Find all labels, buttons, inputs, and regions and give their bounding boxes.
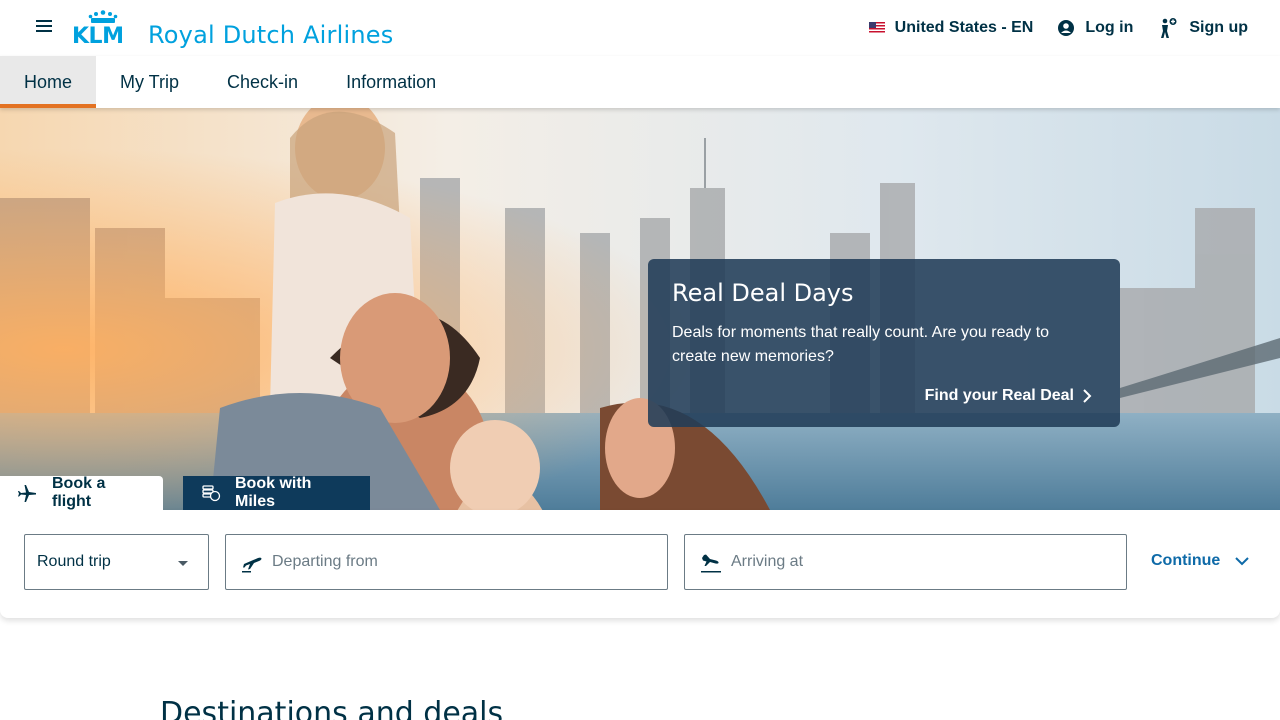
deal-description: Deals for moments that really count. Are…: [672, 324, 1050, 365]
continue-button[interactable]: Continue: [1151, 552, 1250, 570]
login-button[interactable]: Log in: [1057, 19, 1133, 37]
top-header: KLM Royal Dutch Airlines United States -…: [0, 0, 1280, 56]
deal-title: Real Deal Days: [672, 279, 854, 307]
user-account-icon: [1057, 19, 1075, 37]
trip-type-select[interactable]: Round trip: [24, 534, 209, 590]
departing-from-field[interactable]: [225, 534, 668, 590]
departing-from-input[interactable]: [272, 553, 632, 571]
takeoff-icon: [240, 550, 264, 574]
find-real-deal-link[interactable]: Find your Real Deal: [925, 387, 1092, 405]
airplane-icon: [16, 482, 38, 504]
dropdown-caret-icon: [178, 561, 188, 566]
main-nav: Home My Trip Check-in Information: [0, 56, 1280, 108]
deal-card: Real Deal Days Deals for moments that re…: [648, 259, 1120, 427]
book-flight-label: Book a flight: [52, 475, 106, 510]
hero-image: Real Deal Days Deals for moments that re…: [0, 108, 1280, 510]
book-with-miles-label: Book with Miles: [235, 475, 312, 510]
tab-information[interactable]: Information: [322, 56, 460, 108]
tab-home[interactable]: Home: [0, 56, 97, 108]
locale-selector[interactable]: United States - EN: [868, 19, 1034, 37]
chevron-right-icon: [1082, 388, 1092, 404]
locale-label: United States - EN: [894, 19, 1034, 36]
signup-label: Sign up: [1189, 19, 1248, 36]
signup-person-icon: [1157, 17, 1179, 39]
tab-check-in[interactable]: Check-in: [203, 56, 322, 108]
us-flag-icon: [868, 22, 885, 34]
signup-button[interactable]: Sign up: [1157, 17, 1248, 39]
klm-logo-mark: KLM: [72, 10, 134, 48]
tab-book-with-miles[interactable]: Book with Miles: [183, 475, 370, 510]
destinations-section-title: Destinations and deals: [160, 696, 504, 720]
chevron-down-icon: [1234, 556, 1250, 566]
arriving-at-input[interactable]: [731, 553, 1091, 571]
booking-panel: Round trip Continue: [0, 510, 1280, 618]
continue-label: Continue: [1151, 552, 1221, 569]
brand-name: Royal Dutch Airlines: [148, 21, 394, 49]
tab-book-flight[interactable]: Book a flight: [0, 475, 163, 510]
tab-my-trip[interactable]: My Trip: [96, 56, 203, 108]
deal-link-label: Find your Real Deal: [924, 387, 1074, 404]
crown-icon: [88, 10, 118, 23]
booking-tabs: Book a flight Book with Miles: [0, 475, 370, 510]
logo-klm-text: KLM: [72, 24, 124, 49]
hamburger-menu-icon[interactable]: [32, 17, 56, 39]
klm-logo[interactable]: KLM Royal Dutch Airlines: [72, 8, 393, 48]
login-label: Log in: [1085, 19, 1134, 36]
landing-icon: [699, 550, 723, 574]
trip-type-value: Round trip: [37, 553, 111, 570]
miles-coins-icon: [201, 484, 221, 502]
arriving-at-field[interactable]: [684, 534, 1127, 590]
